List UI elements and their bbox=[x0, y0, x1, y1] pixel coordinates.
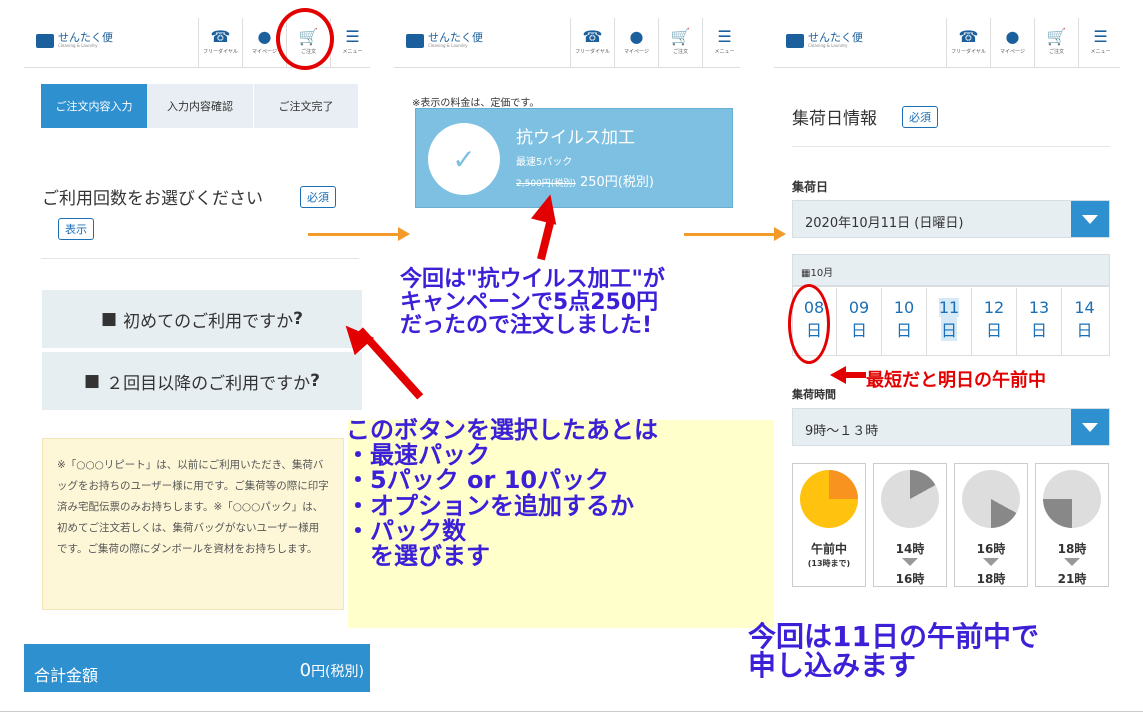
panel-pickup: せんたく便 Cleaning & Laundry ☎ フリーダイヤル ● マイページ … bbox=[774, 0, 1120, 600]
day-14[interactable]: 14 日 bbox=[1062, 288, 1107, 356]
chevron-down-icon[interactable] bbox=[1071, 409, 1109, 445]
card-price: 2,500円(税別) 250円(税別) bbox=[516, 175, 654, 190]
virus-icon: ✓ bbox=[428, 123, 500, 195]
cart-icon: 🛒 bbox=[1046, 27, 1067, 46]
day-12[interactable]: 12 日 bbox=[972, 288, 1017, 356]
time-label: 集荷時間 bbox=[792, 388, 836, 401]
hamburger-icon: ☰ bbox=[1093, 27, 1108, 46]
slot-18-21[interactable]: 18時 21時 bbox=[1035, 463, 1109, 587]
panel-order-input: せんたく便 Cleaning & Laundry ☎ フリーダイヤル ● マイページ … bbox=[24, 0, 370, 715]
slot-16-18[interactable]: 16時 18時 bbox=[954, 463, 1028, 587]
total-value: 0円(税別) bbox=[299, 660, 364, 681]
user-icon: ● bbox=[1005, 27, 1020, 46]
free-dial-button[interactable]: ☎ フリーダイヤル bbox=[946, 18, 990, 68]
slot-morning[interactable]: 午前中 (13時まで) bbox=[792, 463, 866, 587]
clock-icon bbox=[1043, 470, 1101, 528]
required-badge: 必須 bbox=[300, 186, 336, 208]
menu-button[interactable]: ☰ メニュー bbox=[1078, 18, 1122, 68]
clock-icon bbox=[962, 470, 1020, 528]
free-dial-button[interactable]: ☎ フリーダイヤル bbox=[570, 18, 614, 68]
pickup-title: 集荷日情報 bbox=[792, 109, 877, 129]
hamburger-icon: ☰ bbox=[717, 27, 732, 46]
antivirus-card[interactable]: ✓ 抗ウイルス加工 最速5パック 2,500円(税別) 250円(税別) bbox=[415, 108, 733, 208]
logo-icon bbox=[786, 33, 804, 48]
divider bbox=[41, 258, 359, 259]
logo[interactable]: せんたく便 Cleaning & Laundry bbox=[36, 32, 113, 49]
hamburger-icon: ☰ bbox=[345, 27, 360, 46]
arrow-orange-2 bbox=[684, 227, 786, 241]
phone-icon: ☎ bbox=[958, 27, 979, 46]
repeat-button[interactable]: ■ ２回目以降のご利用ですか? bbox=[42, 352, 362, 410]
logo-title: せんたく便 bbox=[58, 31, 113, 44]
day-11-selected[interactable]: 11 日 bbox=[927, 288, 972, 356]
clock-icon bbox=[800, 470, 858, 528]
chevron-down-icon[interactable] bbox=[1071, 201, 1109, 237]
step-input: ご注文内容入力 bbox=[41, 84, 147, 128]
bottom-rule bbox=[0, 711, 1143, 712]
arrow-orange-1 bbox=[308, 227, 410, 241]
free-dial-button[interactable]: ☎ フリーダイヤル bbox=[198, 18, 242, 68]
total-bar: 合計金額 0円(税別) bbox=[24, 644, 370, 692]
step-confirm: 入力内容確認 bbox=[147, 84, 253, 128]
first-time-button[interactable]: ■ 初めてのご利用ですか? bbox=[42, 290, 362, 348]
month-header: ▦10月 bbox=[792, 254, 1110, 286]
time-value: 9時〜１３時 bbox=[805, 424, 879, 439]
logo-icon bbox=[406, 33, 424, 48]
required-badge: 必須 bbox=[902, 106, 938, 128]
day-09[interactable]: 09 日 bbox=[837, 288, 882, 356]
cart-highlight-circle bbox=[276, 8, 334, 70]
price-note: ※表示の料金は、定価です。 bbox=[412, 98, 540, 109]
mypage-button[interactable]: ● マイページ bbox=[614, 18, 658, 68]
campaign-note: 今回は"抗ウイルス加工"が キャンペーンで5点250円 だったので注文しました! bbox=[400, 267, 665, 339]
site-header: せんたく便 Cleaning & Laundry ☎ フリーダイヤル ● マイページ … bbox=[394, 18, 740, 68]
arrow-red-left bbox=[844, 372, 866, 378]
menu-button[interactable]: ☰ メニュー bbox=[702, 18, 746, 68]
time-select[interactable]: 9時〜１３時 bbox=[792, 408, 1110, 446]
order-button[interactable]: 🛒 ご注文 bbox=[658, 18, 702, 68]
day-10[interactable]: 10 日 bbox=[882, 288, 927, 356]
phone-icon: ☎ bbox=[210, 27, 231, 46]
slot-14-16[interactable]: 14時 16時 bbox=[873, 463, 947, 587]
usage-question: ご利用回数をお選びください bbox=[42, 189, 263, 209]
card-subtitle: 最速5パック bbox=[516, 157, 573, 168]
date-select[interactable]: 2020年10月11日 (日曜日) bbox=[792, 200, 1110, 238]
day-13[interactable]: 13 日 bbox=[1017, 288, 1062, 356]
date-label: 集荷日 bbox=[792, 180, 829, 194]
phone-icon: ☎ bbox=[582, 27, 603, 46]
after-select-text: このボタンを選択したあとは ・最速パック ・5パック or 10パック ・オプシ… bbox=[346, 416, 658, 570]
site-header: せんたく便 Cleaning & Laundry ☎ フリーダイヤル ● マイページ … bbox=[774, 18, 1120, 68]
step-indicator: ご注文内容入力 入力内容確認 ご注文完了 bbox=[41, 84, 358, 128]
order-button[interactable]: 🛒 ご注文 bbox=[1034, 18, 1078, 68]
usage-note: ※「○○○リピート」は、以前にご利用いただき、集荷バッグをお持ちのユーザー様に用… bbox=[42, 438, 344, 610]
mypage-button[interactable]: ● マイページ bbox=[990, 18, 1034, 68]
logo[interactable]: せんたく便 Cleaning & Laundry bbox=[406, 32, 483, 49]
card-title: 抗ウイルス加工 bbox=[516, 128, 635, 148]
step-complete: ご注文完了 bbox=[253, 84, 358, 128]
applied-note: 今回は11日の午前中で 申し込みます bbox=[748, 620, 1039, 683]
earliest-note: 最短だと明日の午前中 bbox=[866, 370, 1046, 391]
divider bbox=[792, 146, 1110, 147]
bag-icon: ■ bbox=[84, 371, 101, 391]
user-icon: ● bbox=[629, 27, 644, 46]
gift-icon: ■ bbox=[101, 309, 118, 329]
display-badge[interactable]: 表示 bbox=[58, 218, 94, 240]
cart-icon: 🛒 bbox=[670, 27, 691, 46]
menu-button[interactable]: ☰ メニュー bbox=[330, 18, 374, 68]
logo[interactable]: せんたく便 Cleaning & Laundry bbox=[786, 32, 863, 49]
date-value: 2020年10月11日 (日曜日) bbox=[805, 216, 964, 231]
clock-icon bbox=[881, 470, 939, 528]
logo-icon bbox=[36, 33, 54, 48]
total-label: 合計金額 bbox=[34, 666, 99, 685]
